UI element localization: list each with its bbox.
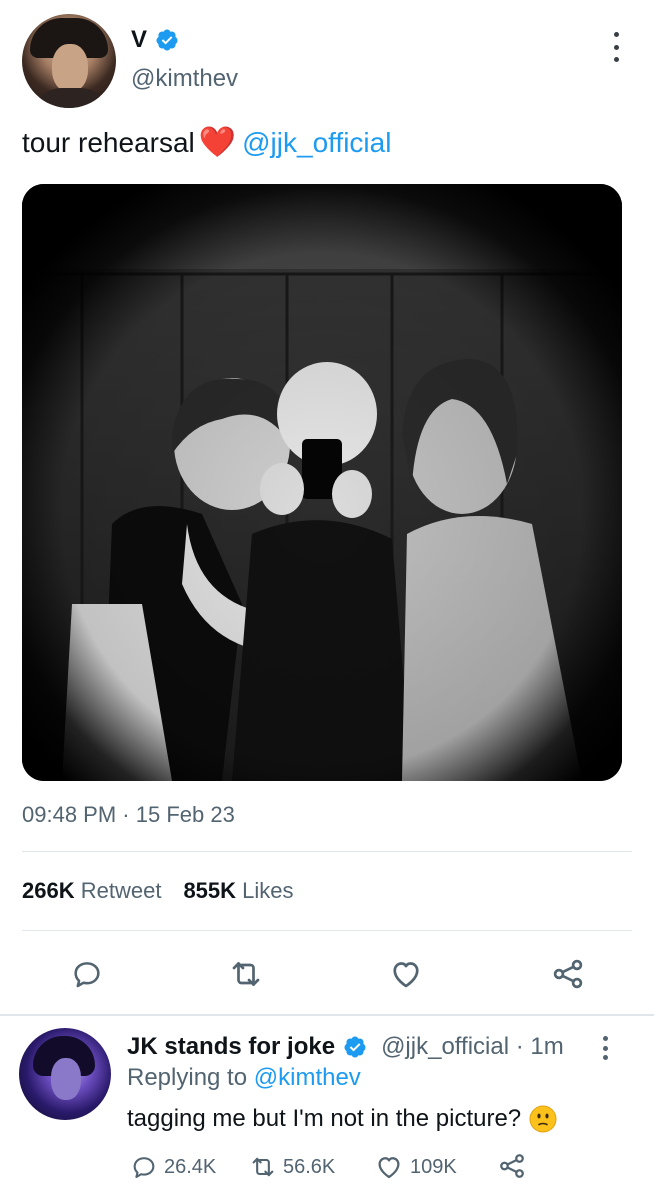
verified-icon — [156, 29, 178, 51]
timestamp-separator: · — [122, 802, 130, 827]
reply-actions: 26.4K 56.6K 109K — [127, 1151, 547, 1183]
replying-to-handle[interactable]: @kimthev — [254, 1064, 361, 1091]
reply-header: JK stands for joke @jjk_official · 1m — [127, 1032, 564, 1062]
divider — [22, 930, 632, 931]
reply-likes-count: 109K — [410, 1156, 457, 1178]
tweet-mention-link[interactable]: @jjk_official — [242, 127, 391, 158]
retweet-icon — [252, 1157, 274, 1177]
author-handle[interactable]: @kimthev — [131, 64, 238, 94]
author-display-name[interactable]: V — [131, 26, 147, 54]
more-options-icon[interactable] — [606, 32, 626, 62]
tweet-photo[interactable] — [22, 184, 622, 781]
photo-illustration — [22, 184, 622, 781]
retweets-stat[interactable]: 266K Retweet — [22, 876, 161, 906]
reply-handle-time[interactable]: @jjk_official · 1m — [381, 1032, 564, 1062]
reply-tweet[interactable]: JK stands for joke @jjk_official · 1m Re… — [0, 1018, 654, 1200]
likes-count: 855K — [183, 878, 237, 903]
reply-time: 1m — [530, 1033, 564, 1060]
tweet-date: 15 Feb 23 — [135, 802, 235, 827]
verified-icon — [344, 1036, 366, 1058]
like-icon — [378, 1157, 400, 1179]
slightly-frowning-face-emoji — [529, 1105, 557, 1133]
tweet-time: 09:48 PM — [22, 802, 117, 827]
reply-author-avatar[interactable] — [19, 1028, 111, 1120]
tweet-text: tour rehearsal ❤️ @jjk_official — [22, 123, 391, 163]
reply-display-name[interactable]: JK stands for joke — [127, 1032, 335, 1062]
reply-handle: @jjk_official — [381, 1033, 510, 1060]
likes-label: Likes — [242, 878, 294, 903]
reply-replies-count: 26.4K — [164, 1156, 217, 1178]
reply-reply-button[interactable]: 26.4K — [130, 1151, 216, 1183]
retweet-icon[interactable] — [226, 954, 266, 994]
tweet-actions — [0, 946, 654, 1002]
avatar-face — [52, 44, 88, 92]
reply-separator: · — [515, 1033, 524, 1060]
reply-like-button[interactable]: 109K — [374, 1151, 457, 1183]
tweet-timestamp[interactable]: 09:48 PM · 15 Feb 23 — [22, 800, 235, 830]
heart-emoji: ❤️ — [198, 126, 237, 159]
reply-more-options-icon[interactable] — [597, 1036, 613, 1060]
like-icon[interactable] — [386, 954, 426, 994]
share-icon — [500, 1154, 524, 1178]
avatar-face — [51, 1058, 81, 1100]
reply-text: tagging me but I'm not in the picture? — [127, 1102, 557, 1136]
reply-icon[interactable] — [67, 954, 107, 994]
reply-text-body: tagging me but I'm not in the picture? — [127, 1105, 522, 1132]
main-tweet: V @kimthev tour rehearsal ❤️ @jjk_official — [0, 0, 654, 1015]
tweet-stats: 266K Retweet 855K Likes — [22, 876, 294, 906]
reply-icon — [133, 1157, 155, 1178]
retweets-label: Retweet — [80, 878, 162, 903]
reply-retweet-button[interactable]: 56.6K — [249, 1151, 335, 1183]
author-avatar[interactable] — [22, 14, 116, 108]
tweet-separator — [0, 1014, 654, 1016]
share-icon[interactable] — [548, 954, 588, 994]
tweet-text-body: tour rehearsal — [22, 127, 195, 158]
likes-stat[interactable]: 855K Likes — [183, 876, 293, 906]
reply-retweets-count: 56.6K — [283, 1156, 336, 1178]
replying-to-label: Replying to — [127, 1064, 248, 1091]
replying-to: Replying to @kimthev — [127, 1063, 361, 1093]
divider — [22, 851, 632, 852]
author-name-row: V — [131, 26, 179, 54]
retweets-count: 266K — [22, 878, 75, 903]
reply-share-button[interactable] — [497, 1151, 527, 1181]
avatar-shirt — [32, 88, 110, 108]
